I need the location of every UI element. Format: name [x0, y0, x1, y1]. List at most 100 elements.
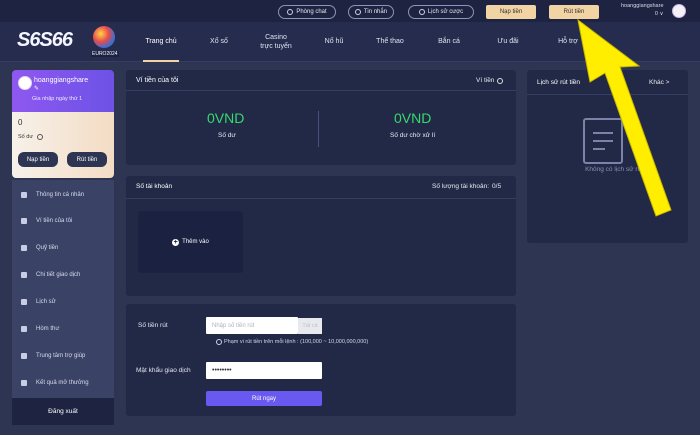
sidebar-item-wallet[interactable]: Ví tiền của tôi	[12, 208, 114, 234]
profile-withdraw-button[interactable]: Rút tiền	[67, 152, 107, 167]
nav-sports[interactable]: Thể thao	[368, 22, 412, 62]
nav-promotions[interactable]: Ưu đãi	[488, 22, 528, 62]
withdraw-rule: Phạm vi rút tiền trên mỗi lệnh : (100,00…	[216, 339, 368, 345]
wallet-separator	[318, 111, 319, 147]
sidebar-item-mailbox[interactable]: Hòm thư	[12, 316, 114, 342]
withdraw-submit-button[interactable]: Rút ngay	[206, 391, 322, 406]
profile-balance-label: Số dư	[18, 134, 33, 140]
top-bar: Phòng chat Tin nhắn Lịch sử cược Nạp tiề…	[0, 0, 700, 22]
sidebar-item-profile[interactable]: Thông tin cá nhân	[12, 182, 114, 208]
messages-button[interactable]: Tin nhắn	[348, 5, 394, 19]
profile-balance-area: 0 Số dư Nạp tiền Rút tiền	[12, 112, 114, 178]
accounts-count-value: 0/5	[492, 183, 502, 190]
chat-room-button[interactable]: Phòng chat	[278, 5, 336, 19]
sidebar-item-label: Chi tiết giao dịch	[36, 272, 81, 278]
chat-room-label: Phòng chat	[296, 9, 327, 15]
sidebar-item-transactions[interactable]: Chi tiết giao dịch	[12, 262, 114, 288]
sidebar-item-results[interactable]: Kết quả mở thưởng	[12, 370, 114, 396]
history-more-link[interactable]: Khác >	[649, 79, 669, 86]
wallet-title: Ví tiền của tôi	[136, 77, 179, 84]
bet-history-button[interactable]: Lịch sử cược	[408, 5, 474, 19]
history-divider	[527, 94, 688, 95]
empty-document-icon	[583, 118, 623, 164]
sidebar-item-label: Ví tiền của tôi	[36, 218, 73, 224]
profile-balance-label-row: Số dư	[18, 134, 43, 140]
messages-label: Tin nhắn	[363, 9, 388, 15]
refresh-icon	[497, 77, 504, 84]
profile-name: hoanggiangshare	[34, 77, 89, 84]
sidebar-item-label: Trung tâm trợ giúp	[36, 353, 86, 359]
accounts-title: Số tài khoản	[136, 183, 173, 190]
user-balance: 0 ∨	[654, 10, 664, 17]
sidebar-menu: Thông tin cá nhân Ví tiền của tôi Quỹ ti…	[12, 180, 114, 425]
wallet-icon	[21, 218, 27, 224]
mail-icon	[354, 9, 361, 15]
sidebar-item-label: Hòm thư	[36, 326, 60, 332]
sidebar-item-label: Lịch sử	[36, 299, 56, 305]
amount-label: Số tiền rút	[138, 322, 168, 329]
add-account-label: Thêm vào	[182, 239, 209, 245]
wallet-panel: Ví tiền của tôi Ví tiền	[126, 70, 516, 165]
pending-label: Số dư chờ xử lí	[390, 132, 436, 139]
sidebar-item-help[interactable]: Trung tâm trợ giúp	[12, 343, 114, 369]
withdraw-top-button[interactable]: Rút tiền	[549, 5, 599, 19]
logo-text: S6S66	[17, 29, 73, 51]
max-amount-button[interactable]: Tất cả	[298, 318, 322, 334]
logout-button[interactable]: Đăng xuất	[12, 398, 114, 425]
profile-deposit-button[interactable]: Nạp tiền	[18, 152, 58, 167]
nav-home[interactable]: Trang chủ	[138, 22, 184, 62]
nav-lottery[interactable]: Xổ số	[199, 22, 239, 62]
edit-icon[interactable]: ✎	[34, 85, 39, 92]
wallet-link-label: Ví tiền	[476, 77, 495, 84]
user-icon	[21, 192, 27, 198]
sidebar-item-label: Thông tin cá nhân	[36, 192, 85, 198]
profile-card: hoanggiangshare ✎ Gia nhập ngày thứ 1 0 …	[12, 70, 114, 178]
info-icon	[216, 339, 222, 345]
site-logo[interactable]: S6S66 EURO2024	[15, 26, 125, 58]
sidebar-item-fund[interactable]: Quỹ tiền	[12, 235, 114, 261]
trophy-icon	[21, 380, 27, 386]
pending-value: 0VND	[394, 110, 432, 126]
receipt-icon	[21, 272, 27, 278]
sidebar-item-label: Kết quả mở thưởng	[36, 380, 89, 386]
history-icon	[21, 299, 27, 305]
nav-casino[interactable]: Casino trực tuyến	[254, 22, 298, 62]
balance-label: Số dư	[218, 132, 236, 139]
nav-fishing[interactable]: Bắn cá	[429, 22, 469, 62]
profile-avatar	[18, 76, 32, 90]
deposit-top-button[interactable]: Nạp tiền	[486, 5, 536, 19]
logo-subtext: EURO2024	[91, 51, 119, 57]
password-label: Mật khẩu giao dịch	[136, 367, 191, 374]
profile-balance: 0	[18, 118, 23, 127]
accounts-count-label: Số lượng tài khoản:	[432, 183, 490, 190]
refresh-icon[interactable]	[37, 134, 43, 140]
history-title: Lịch sử rút tiền	[537, 79, 581, 86]
profile-header: hoanggiangshare ✎ Gia nhập ngày thứ 1	[12, 70, 114, 112]
fund-icon	[21, 245, 27, 251]
add-account-button[interactable]: + Thêm vào	[138, 211, 243, 273]
sidebar-item-history[interactable]: Lịch sử	[12, 289, 114, 315]
nav-support[interactable]: Hỗ trợ	[548, 22, 588, 62]
password-input[interactable]: ••••••••	[206, 362, 322, 379]
user-info[interactable]: hoanggiangshare 0 ∨	[621, 3, 664, 18]
history-empty-text: Không có lịch sử rút	[585, 166, 643, 173]
wallet-link[interactable]: Ví tiền	[476, 77, 504, 84]
mailbox-icon	[21, 326, 27, 332]
withdraw-rule-text: Phạm vi rút tiền trên mỗi lệnh : (100,00…	[224, 339, 369, 345]
bet-history-label: Lịch sử cược	[427, 9, 464, 15]
profile-joined: Gia nhập ngày thứ 1	[32, 96, 83, 102]
user-avatar[interactable]	[672, 4, 686, 18]
plus-icon: +	[172, 238, 180, 246]
accounts-divider	[126, 198, 516, 199]
help-icon	[21, 353, 27, 359]
chat-icon	[287, 9, 294, 15]
wallet-divider	[126, 90, 516, 91]
balance-value: 0VND	[207, 110, 245, 126]
username: hoanggiangshare	[621, 3, 664, 9]
accounts-count: Số lượng tài khoản: 0/5	[432, 183, 501, 190]
amount-input[interactable]: Nhập số tiền rút	[206, 317, 298, 334]
history-icon	[418, 9, 425, 15]
sidebar-item-label: Quỹ tiền	[36, 245, 59, 251]
euro-ball-icon	[93, 26, 115, 48]
nav-slots[interactable]: Nổ hũ	[314, 22, 354, 62]
